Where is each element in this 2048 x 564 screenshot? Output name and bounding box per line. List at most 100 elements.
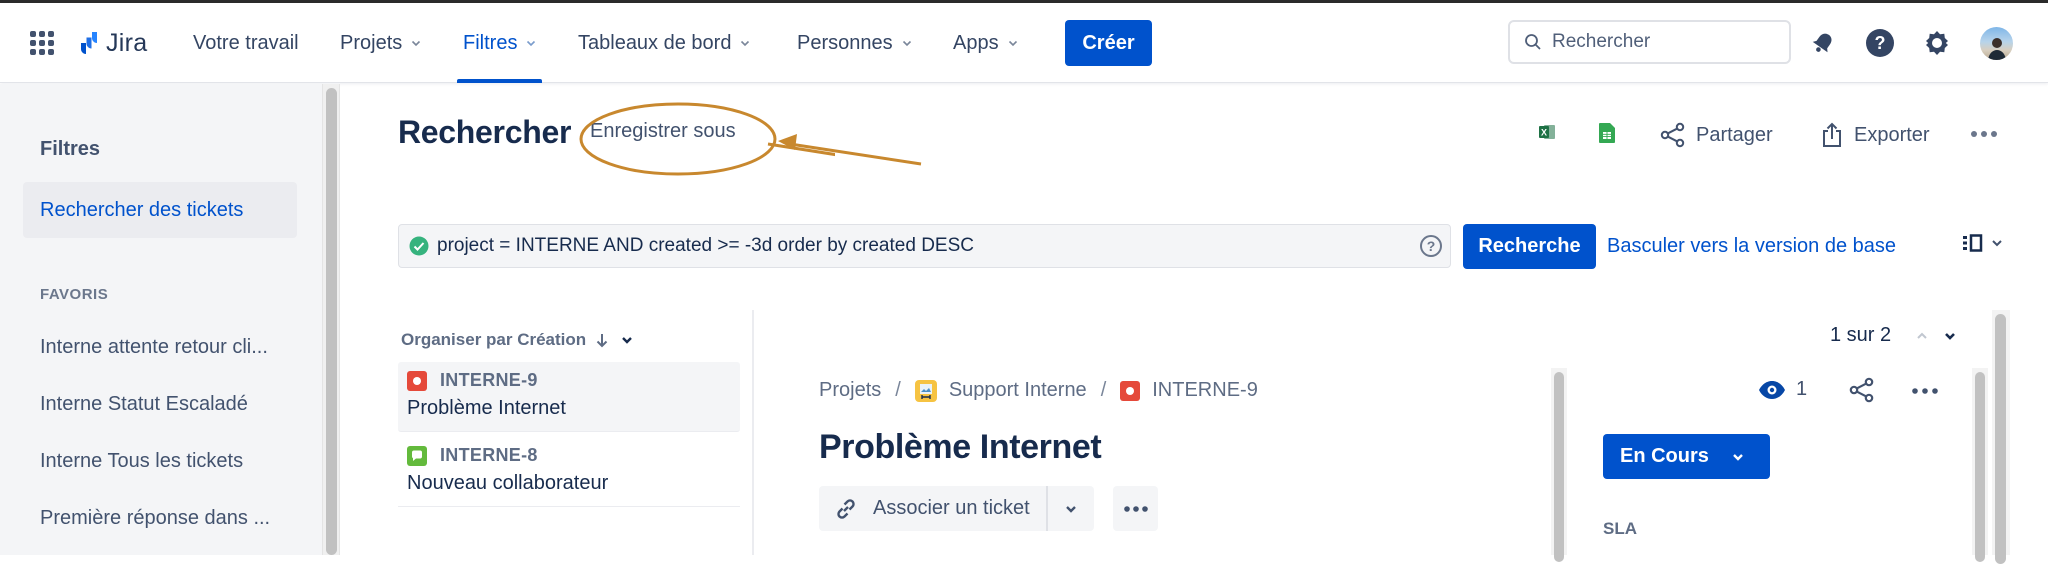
nav-apps[interactable]: Apps: [953, 3, 1018, 83]
issue-key: INTERNE-9: [440, 370, 538, 390]
issue-more-button[interactable]: [1113, 486, 1158, 531]
panel-divider[interactable]: [752, 310, 754, 555]
chevron-up-icon[interactable]: [1915, 329, 1929, 343]
annotation-arrow-tail: [789, 142, 922, 166]
annotation-arrow-head: [778, 134, 797, 150]
excel-icon: X: [1539, 125, 1555, 139]
breadcrumb: Projets / Support Interne / INTERNE-9: [819, 379, 1258, 402]
arrow-down-icon[interactable]: [594, 331, 610, 349]
more-icon: [1971, 131, 1997, 137]
more-actions-button[interactable]: [1970, 130, 1998, 138]
excel-export-button[interactable]: X: [1537, 122, 1557, 142]
issue-actions-button[interactable]: [1911, 387, 1939, 395]
project-avatar-icon: [914, 379, 937, 402]
share-icon: [1660, 122, 1685, 148]
chevron-down-icon[interactable]: [620, 333, 634, 347]
sidebar-favorite-item[interactable]: Première réponse dans ...: [40, 507, 270, 530]
share-button[interactable]: Partager: [1660, 122, 1773, 148]
sla-section-label: SLA: [1603, 519, 1637, 538]
nav-label: Personnes: [797, 31, 893, 54]
link-issue-dropdown[interactable]: [1048, 486, 1094, 531]
nav-label: Filtres: [463, 31, 518, 54]
result-pager: 1 sur 2: [1830, 324, 1957, 347]
layout-switcher[interactable]: [1962, 234, 2004, 252]
jira-logo-icon: [75, 32, 97, 54]
order-by-control[interactable]: Organiser par Création: [401, 330, 634, 350]
watcher-count: 1: [1796, 378, 1808, 400]
save-as-button[interactable]: Enregistrer sous: [590, 120, 736, 143]
jql-query-text[interactable]: project = INTERNE AND created >= -3d ord…: [437, 235, 974, 257]
nav-label: Projets: [340, 31, 403, 54]
sidebar: Filtres Rechercher des tickets FAVORIS I…: [0, 84, 322, 555]
issue-share-button[interactable]: [1849, 377, 1875, 403]
export-button[interactable]: Exporter: [1820, 122, 1930, 148]
chevron-down-icon: [1065, 505, 1076, 513]
incident-type-icon: [1120, 380, 1141, 401]
global-search-input[interactable]: [1552, 31, 1772, 53]
breadcrumb-separator: /: [895, 379, 901, 401]
settings-icon[interactable]: [1922, 28, 1952, 58]
issue-list-item[interactable]: INTERNE-9 Problème Internet: [398, 362, 740, 432]
user-avatar[interactable]: [1980, 27, 2013, 60]
watch-button[interactable]: 1: [1758, 378, 1807, 401]
create-button[interactable]: Créer: [1065, 20, 1152, 66]
chevron-down-icon: [1733, 453, 1743, 461]
sidebar-scrollbar[interactable]: [326, 88, 337, 555]
status-dropdown[interactable]: En Cours: [1603, 434, 1770, 479]
issue-detail-scrollbar[interactable]: [1551, 368, 1567, 562]
breadcrumb-issue-key[interactable]: INTERNE-9: [1152, 379, 1258, 402]
sidebar-favorite-item[interactable]: Interne Statut Escaladé: [40, 393, 248, 416]
svg-text:X: X: [1541, 128, 1547, 138]
sidebar-favorite-item[interactable]: Interne Tous les tickets: [40, 450, 243, 473]
share-icon: [1849, 377, 1874, 403]
chevron-down-icon: [741, 40, 750, 47]
nav-label: Apps: [953, 31, 999, 54]
nav-label: Tableaux de bord: [578, 31, 732, 54]
app-name: Jira: [106, 28, 148, 57]
service-request-type-icon: [407, 445, 427, 466]
breadcrumb-project[interactable]: Support Interne: [949, 379, 1087, 402]
pager-label: 1 sur 2: [1830, 324, 1892, 346]
list-detail-view-icon: [1963, 234, 1983, 252]
chevron-down-icon: [902, 40, 911, 47]
google-sheets-button[interactable]: [1598, 122, 1616, 144]
breadcrumb-projects[interactable]: Projets: [819, 379, 881, 402]
app-switcher-icon[interactable]: [30, 31, 54, 55]
nav-filters[interactable]: Filtres: [456, 3, 543, 83]
jql-help-icon[interactable]: ?: [1420, 235, 1442, 257]
search-button[interactable]: Recherche: [1463, 224, 1596, 269]
link-issue-main[interactable]: Associer un ticket: [819, 486, 1048, 531]
link-issue-button[interactable]: Associer un ticket: [819, 486, 1094, 531]
order-by-label: Organiser par Création: [401, 330, 587, 349]
search-icon: [1525, 34, 1541, 50]
issue-list-item[interactable]: INTERNE-8 Nouveau collaborateur: [398, 437, 740, 507]
breadcrumb-separator: /: [1100, 379, 1107, 401]
nav-projects[interactable]: Projets: [340, 3, 421, 83]
sidebar-item-search-issues[interactable]: Rechercher des tickets: [23, 182, 297, 238]
issue-view-scrollbar[interactable]: [1992, 310, 2010, 564]
export-icon: [1823, 122, 1841, 147]
switch-to-basic-link[interactable]: Basculer vers la version de base: [1607, 235, 1896, 258]
jql-query-input[interactable]: project = INTERNE AND created >= -3d ord…: [398, 224, 1451, 268]
chevron-down-icon[interactable]: [1943, 329, 1957, 343]
nav-label: Votre travail: [193, 31, 299, 54]
incident-type-icon: [407, 370, 427, 391]
sidebar-favorite-item[interactable]: Interne attente retour cli...: [40, 336, 268, 359]
details-panel-scrollbar[interactable]: [1972, 368, 1988, 562]
annotation-arrow-line: [767, 142, 835, 157]
chevron-down-icon: [1992, 240, 2002, 247]
sidebar-title: Filtres: [40, 138, 101, 160]
help-icon[interactable]: ?: [1865, 28, 1895, 58]
issue-title[interactable]: Problème Internet: [819, 428, 1102, 467]
nav-your-work[interactable]: Votre travail: [193, 3, 299, 83]
valid-check-icon: [409, 236, 429, 256]
chevron-down-icon: [412, 40, 421, 47]
jira-logo[interactable]: Jira: [72, 28, 147, 58]
global-search[interactable]: [1508, 20, 1791, 64]
nav-dashboards[interactable]: Tableaux de bord: [578, 3, 750, 83]
nav-people[interactable]: Personnes: [797, 3, 912, 83]
page-title: Rechercher: [398, 114, 572, 150]
notifications-icon[interactable]: [1808, 28, 1838, 58]
more-icon: [1912, 388, 1938, 394]
export-label: Exporter: [1854, 123, 1930, 146]
